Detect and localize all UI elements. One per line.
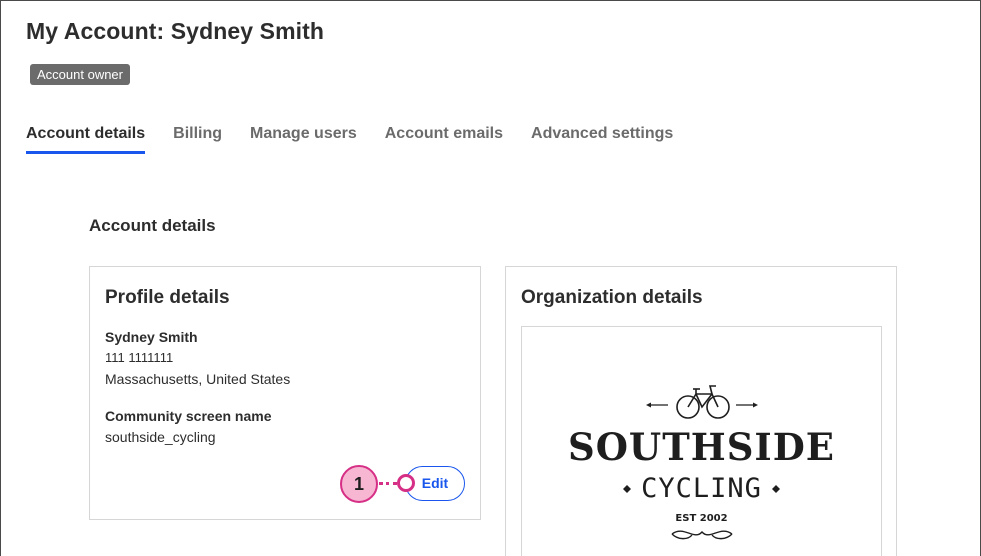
tab-manage-users[interactable]: Manage users — [250, 125, 357, 154]
profile-details-card: Profile details Sydney Smith 111 1111111… — [89, 266, 481, 520]
tab-billing[interactable]: Billing — [173, 125, 222, 154]
organization-details-card: Organization details SOUTHSIDE CYCLING E… — [505, 266, 897, 556]
callout-pointer-dot — [397, 474, 415, 492]
logo-word-southside: SOUTHSIDE — [567, 425, 836, 469]
screen-name-label: Community screen name — [105, 408, 272, 424]
organization-card-title: Organization details — [521, 287, 703, 308]
page-frame: My Account: Sydney Smith Account owner A… — [0, 0, 981, 556]
page-title: My Account: Sydney Smith — [26, 18, 325, 44]
callout-connector — [379, 482, 397, 485]
profile-card-title: Profile details — [105, 287, 230, 308]
profile-location: Massachusetts, United States — [105, 371, 291, 387]
section-title: Account details — [89, 216, 216, 235]
organization-logo: SOUTHSIDE CYCLING EST 2002 — [521, 326, 882, 556]
logo-established: EST 2002 — [675, 513, 728, 524]
tab-advanced-settings[interactable]: Advanced settings — [531, 125, 673, 154]
flourish-icon — [671, 530, 733, 540]
arrow-left-icon — [646, 402, 668, 408]
tab-account-details[interactable]: Account details — [26, 125, 146, 154]
account-owner-badge: Account owner — [30, 64, 130, 85]
arrow-right-icon — [736, 402, 758, 408]
bicycle-icon — [676, 385, 730, 419]
screen-name-value: southside_cycling — [105, 429, 216, 445]
profile-phone: 111 1111111 — [105, 350, 174, 365]
tab-account-emails[interactable]: Account emails — [385, 125, 503, 154]
logo-word-cycling: CYCLING — [641, 473, 762, 504]
account-tabs: Account details Billing Manage users Acc… — [26, 125, 701, 154]
profile-name: Sydney Smith — [105, 329, 198, 345]
callout-number-badge: 1 — [340, 465, 378, 503]
